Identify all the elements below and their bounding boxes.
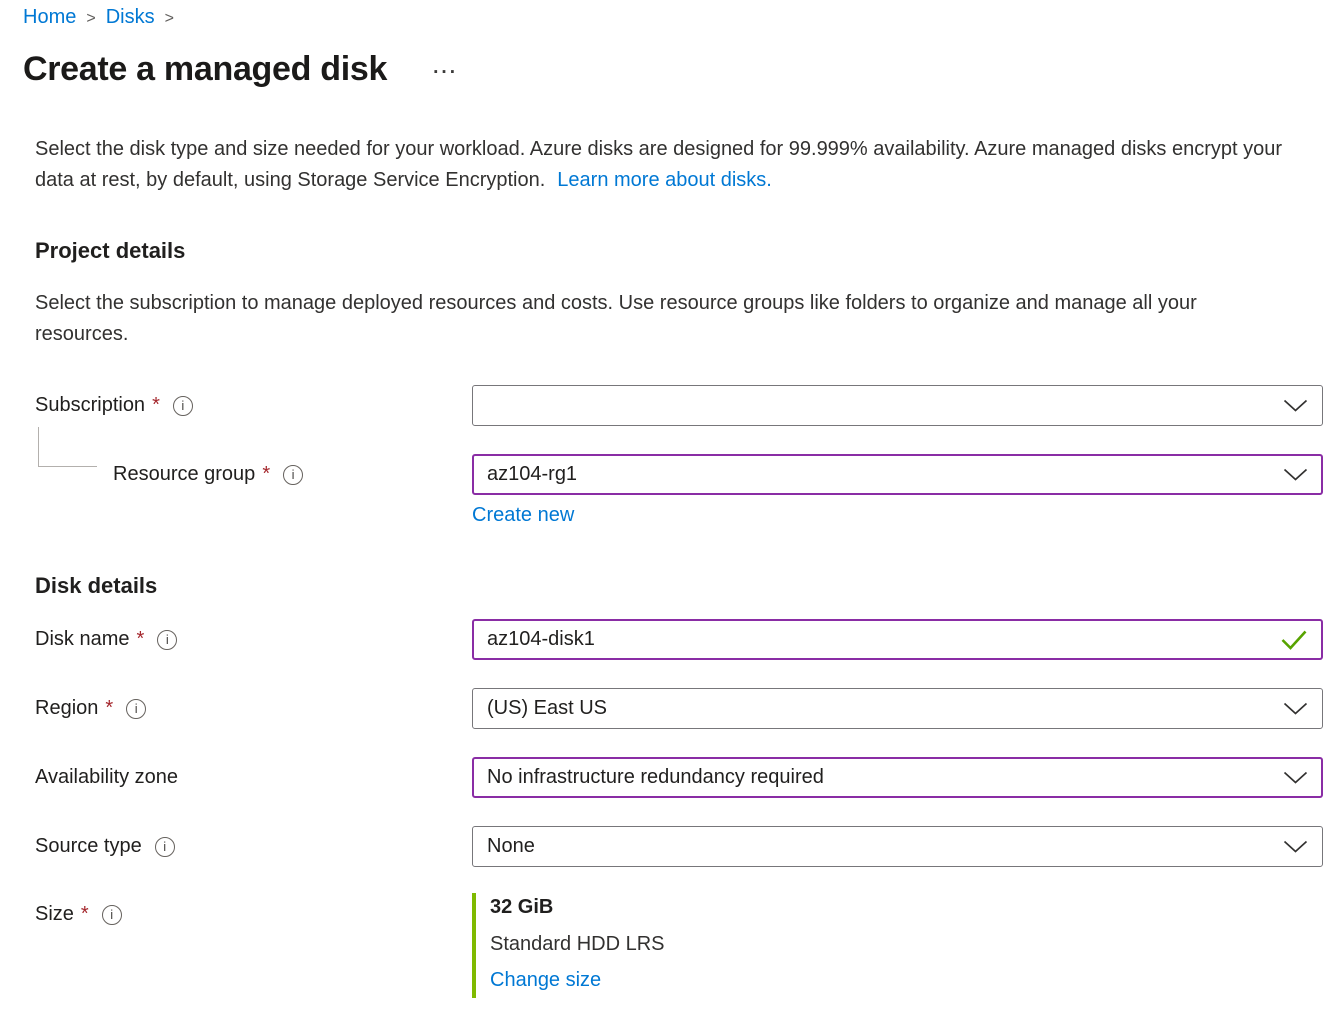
source-type-row: Source type i None xyxy=(35,826,1323,867)
breadcrumb-disks-link[interactable]: Disks xyxy=(106,6,155,29)
availability-zone-value: No infrastructure redundancy required xyxy=(487,766,1273,789)
more-options-ellipsis-icon[interactable]: ··· xyxy=(433,62,458,84)
breadcrumb: Home > Disks > xyxy=(23,6,1323,29)
disk-name-label-group: Disk name * i xyxy=(35,628,472,651)
create-new-link[interactable]: Create new xyxy=(472,504,574,526)
info-icon[interactable]: i xyxy=(173,396,193,416)
intro-text: Select the disk type and size needed for… xyxy=(35,134,1305,196)
title-row: Create a managed disk ··· xyxy=(23,50,1323,89)
region-dropdown[interactable]: (US) East US xyxy=(472,688,1323,729)
info-icon[interactable]: i xyxy=(157,630,177,650)
source-type-label: Source type xyxy=(35,835,142,858)
valid-checkmark-icon xyxy=(1280,629,1308,650)
size-label-group: Size * i xyxy=(35,903,472,926)
subscription-label: Subscription xyxy=(35,394,145,417)
learn-more-link[interactable]: Learn more about disks. xyxy=(557,169,772,191)
required-marker: * xyxy=(262,463,270,486)
size-sku: Standard HDD LRS xyxy=(490,933,1323,956)
source-type-field-col: None xyxy=(472,826,1323,867)
required-marker: * xyxy=(136,628,144,651)
disk-name-input[interactable] xyxy=(487,628,1270,651)
resource-group-label: Resource group xyxy=(113,463,255,486)
region-label: Region xyxy=(35,697,98,720)
chevron-down-icon xyxy=(1283,771,1308,784)
project-details-heading: Project details xyxy=(35,238,1323,264)
info-icon[interactable]: i xyxy=(126,699,146,719)
disk-name-row: Disk name * i xyxy=(35,619,1323,660)
info-icon[interactable]: i xyxy=(155,837,175,857)
region-row: Region * i (US) East US xyxy=(35,688,1323,729)
region-value: (US) East US xyxy=(487,697,1273,720)
project-details-form: Subscription * i Resource group * i xyxy=(35,385,1323,527)
disk-details-form: Disk name * i Region * i xyxy=(35,619,1323,998)
chevron-down-icon xyxy=(1283,702,1308,715)
subscription-field-col xyxy=(472,385,1323,426)
availability-zone-dropdown[interactable]: No infrastructure redundancy required xyxy=(472,757,1323,798)
disk-name-field[interactable] xyxy=(472,619,1323,660)
resource-group-dropdown[interactable]: az104-rg1 xyxy=(472,454,1323,495)
required-marker: * xyxy=(105,697,113,720)
project-details-description: Select the subscription to manage deploy… xyxy=(35,288,1293,350)
change-size-link[interactable]: Change size xyxy=(490,969,601,991)
chevron-down-icon xyxy=(1283,468,1308,481)
disk-details-heading: Disk details xyxy=(35,573,1323,599)
subscription-row: Subscription * i xyxy=(35,385,1323,426)
hierarchy-connector-line xyxy=(38,427,97,467)
source-type-label-group: Source type i xyxy=(35,835,472,858)
source-type-dropdown[interactable]: None xyxy=(472,826,1323,867)
availability-zone-label: Availability zone xyxy=(35,766,178,789)
required-marker: * xyxy=(152,394,160,417)
subscription-label-group: Subscription * i xyxy=(35,394,472,417)
resource-group-value: az104-rg1 xyxy=(487,463,1273,486)
create-managed-disk-page: Home > Disks > Create a managed disk ···… xyxy=(0,0,1338,998)
breadcrumb-home-link[interactable]: Home xyxy=(23,6,76,29)
subscription-dropdown[interactable] xyxy=(472,385,1323,426)
size-row: Size * i 32 GiB Standard HDD LRS Change … xyxy=(35,893,1323,998)
availability-zone-field-col: No infrastructure redundancy required xyxy=(472,757,1323,798)
chevron-right-icon: > xyxy=(86,10,95,28)
chevron-down-icon xyxy=(1283,840,1308,853)
info-icon[interactable]: i xyxy=(102,905,122,925)
info-icon[interactable]: i xyxy=(283,465,303,485)
resource-group-label-group: Resource group * i xyxy=(35,463,472,486)
page-title: Create a managed disk xyxy=(23,50,387,89)
availability-zone-label-group: Availability zone xyxy=(35,766,472,789)
resource-group-field-col: az104-rg1 xyxy=(472,454,1323,495)
region-field-col: (US) East US xyxy=(472,688,1323,729)
chevron-down-icon xyxy=(1283,399,1308,412)
source-type-value: None xyxy=(487,835,1273,858)
create-new-row: Create new xyxy=(472,504,1323,527)
size-field-col: 32 GiB Standard HDD LRS Change size xyxy=(472,893,1323,998)
resource-group-row: Resource group * i az104-rg1 xyxy=(35,454,1323,495)
size-value: 32 GiB xyxy=(490,896,1323,919)
disk-name-label: Disk name xyxy=(35,628,129,651)
availability-zone-row: Availability zone No infrastructure redu… xyxy=(35,757,1323,798)
required-marker: * xyxy=(81,903,89,926)
chevron-right-icon: > xyxy=(165,10,174,28)
size-summary-block: 32 GiB Standard HDD LRS Change size xyxy=(472,893,1323,998)
size-label: Size xyxy=(35,903,74,926)
region-label-group: Region * i xyxy=(35,697,472,720)
disk-name-field-col xyxy=(472,619,1323,660)
